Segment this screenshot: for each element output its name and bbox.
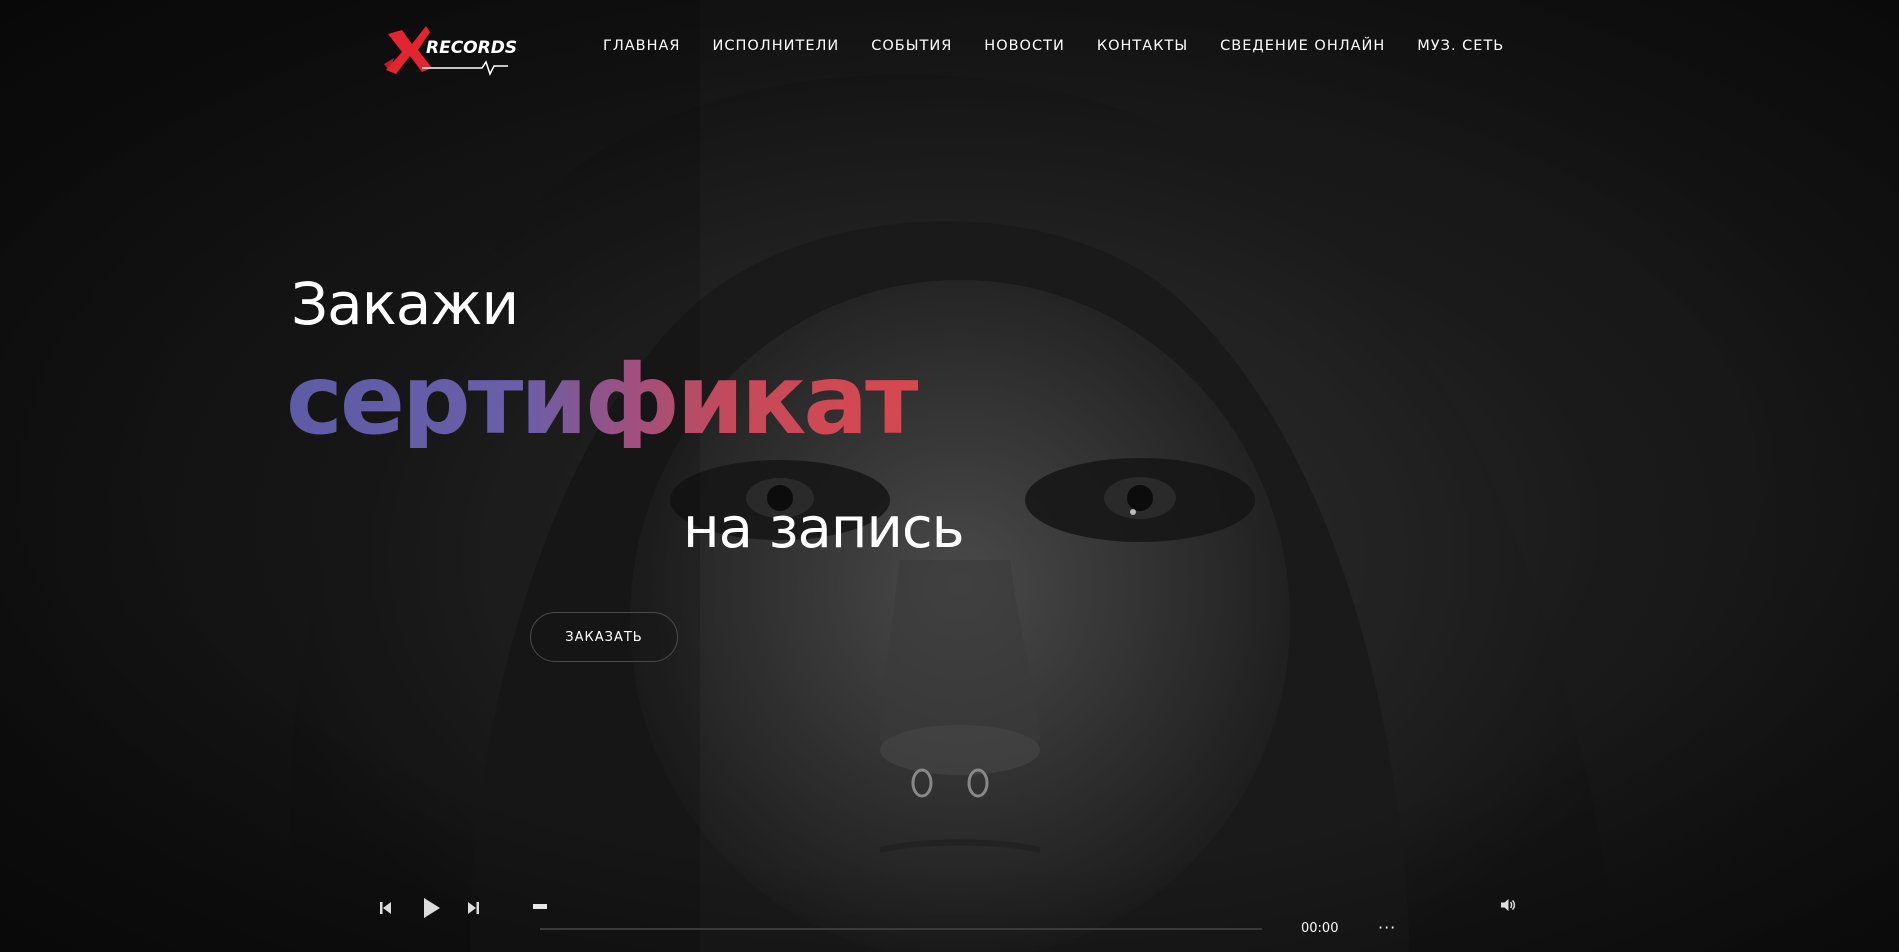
order-button[interactable]: ЗАКАЗАТЬ bbox=[530, 612, 678, 662]
time-display: 00:00 bbox=[1301, 921, 1339, 936]
progress-knob[interactable] bbox=[533, 904, 547, 909]
nav-item-news[interactable]: НОВОСТИ bbox=[984, 38, 1065, 54]
logo-text: RECORDS bbox=[426, 38, 518, 58]
nav-item-contacts[interactable]: КОНТАКТЫ bbox=[1097, 38, 1188, 54]
nav-item-online-mixing[interactable]: СВЕДЕНИЕ ОНЛАЙН bbox=[1220, 38, 1385, 54]
nav-item-home[interactable]: ГЛАВНАЯ bbox=[603, 38, 681, 54]
volume-icon[interactable] bbox=[1500, 897, 1516, 913]
more-icon[interactable]: ··· bbox=[1378, 918, 1396, 937]
records-logo[interactable]: RECORDS bbox=[382, 24, 517, 76]
page: RECORDS ГЛАВНАЯ ИСПОЛНИТЕЛИ СОБЫТИЯ НОВО… bbox=[0, 0, 1899, 952]
play-icon[interactable] bbox=[423, 897, 441, 919]
main-nav: ГЛАВНАЯ ИСПОЛНИТЕЛИ СОБЫТИЯ НОВОСТИ КОНТ… bbox=[603, 38, 1536, 54]
progress-track[interactable] bbox=[540, 928, 1262, 930]
hero-heading-line1: Закажи bbox=[291, 270, 519, 338]
hero-heading-highlight: сертификат bbox=[286, 344, 921, 456]
skip-forward-icon[interactable] bbox=[467, 900, 479, 916]
skip-back-icon[interactable] bbox=[380, 900, 392, 916]
nav-item-events[interactable]: СОБЫТИЯ bbox=[871, 38, 952, 54]
nav-item-artists[interactable]: ИСПОЛНИТЕЛИ bbox=[713, 38, 840, 54]
hero-heading-line3: на запись bbox=[683, 496, 965, 561]
nav-item-music-network[interactable]: МУЗ. СЕТЬ bbox=[1417, 38, 1504, 54]
hero-background-image bbox=[0, 0, 1899, 952]
